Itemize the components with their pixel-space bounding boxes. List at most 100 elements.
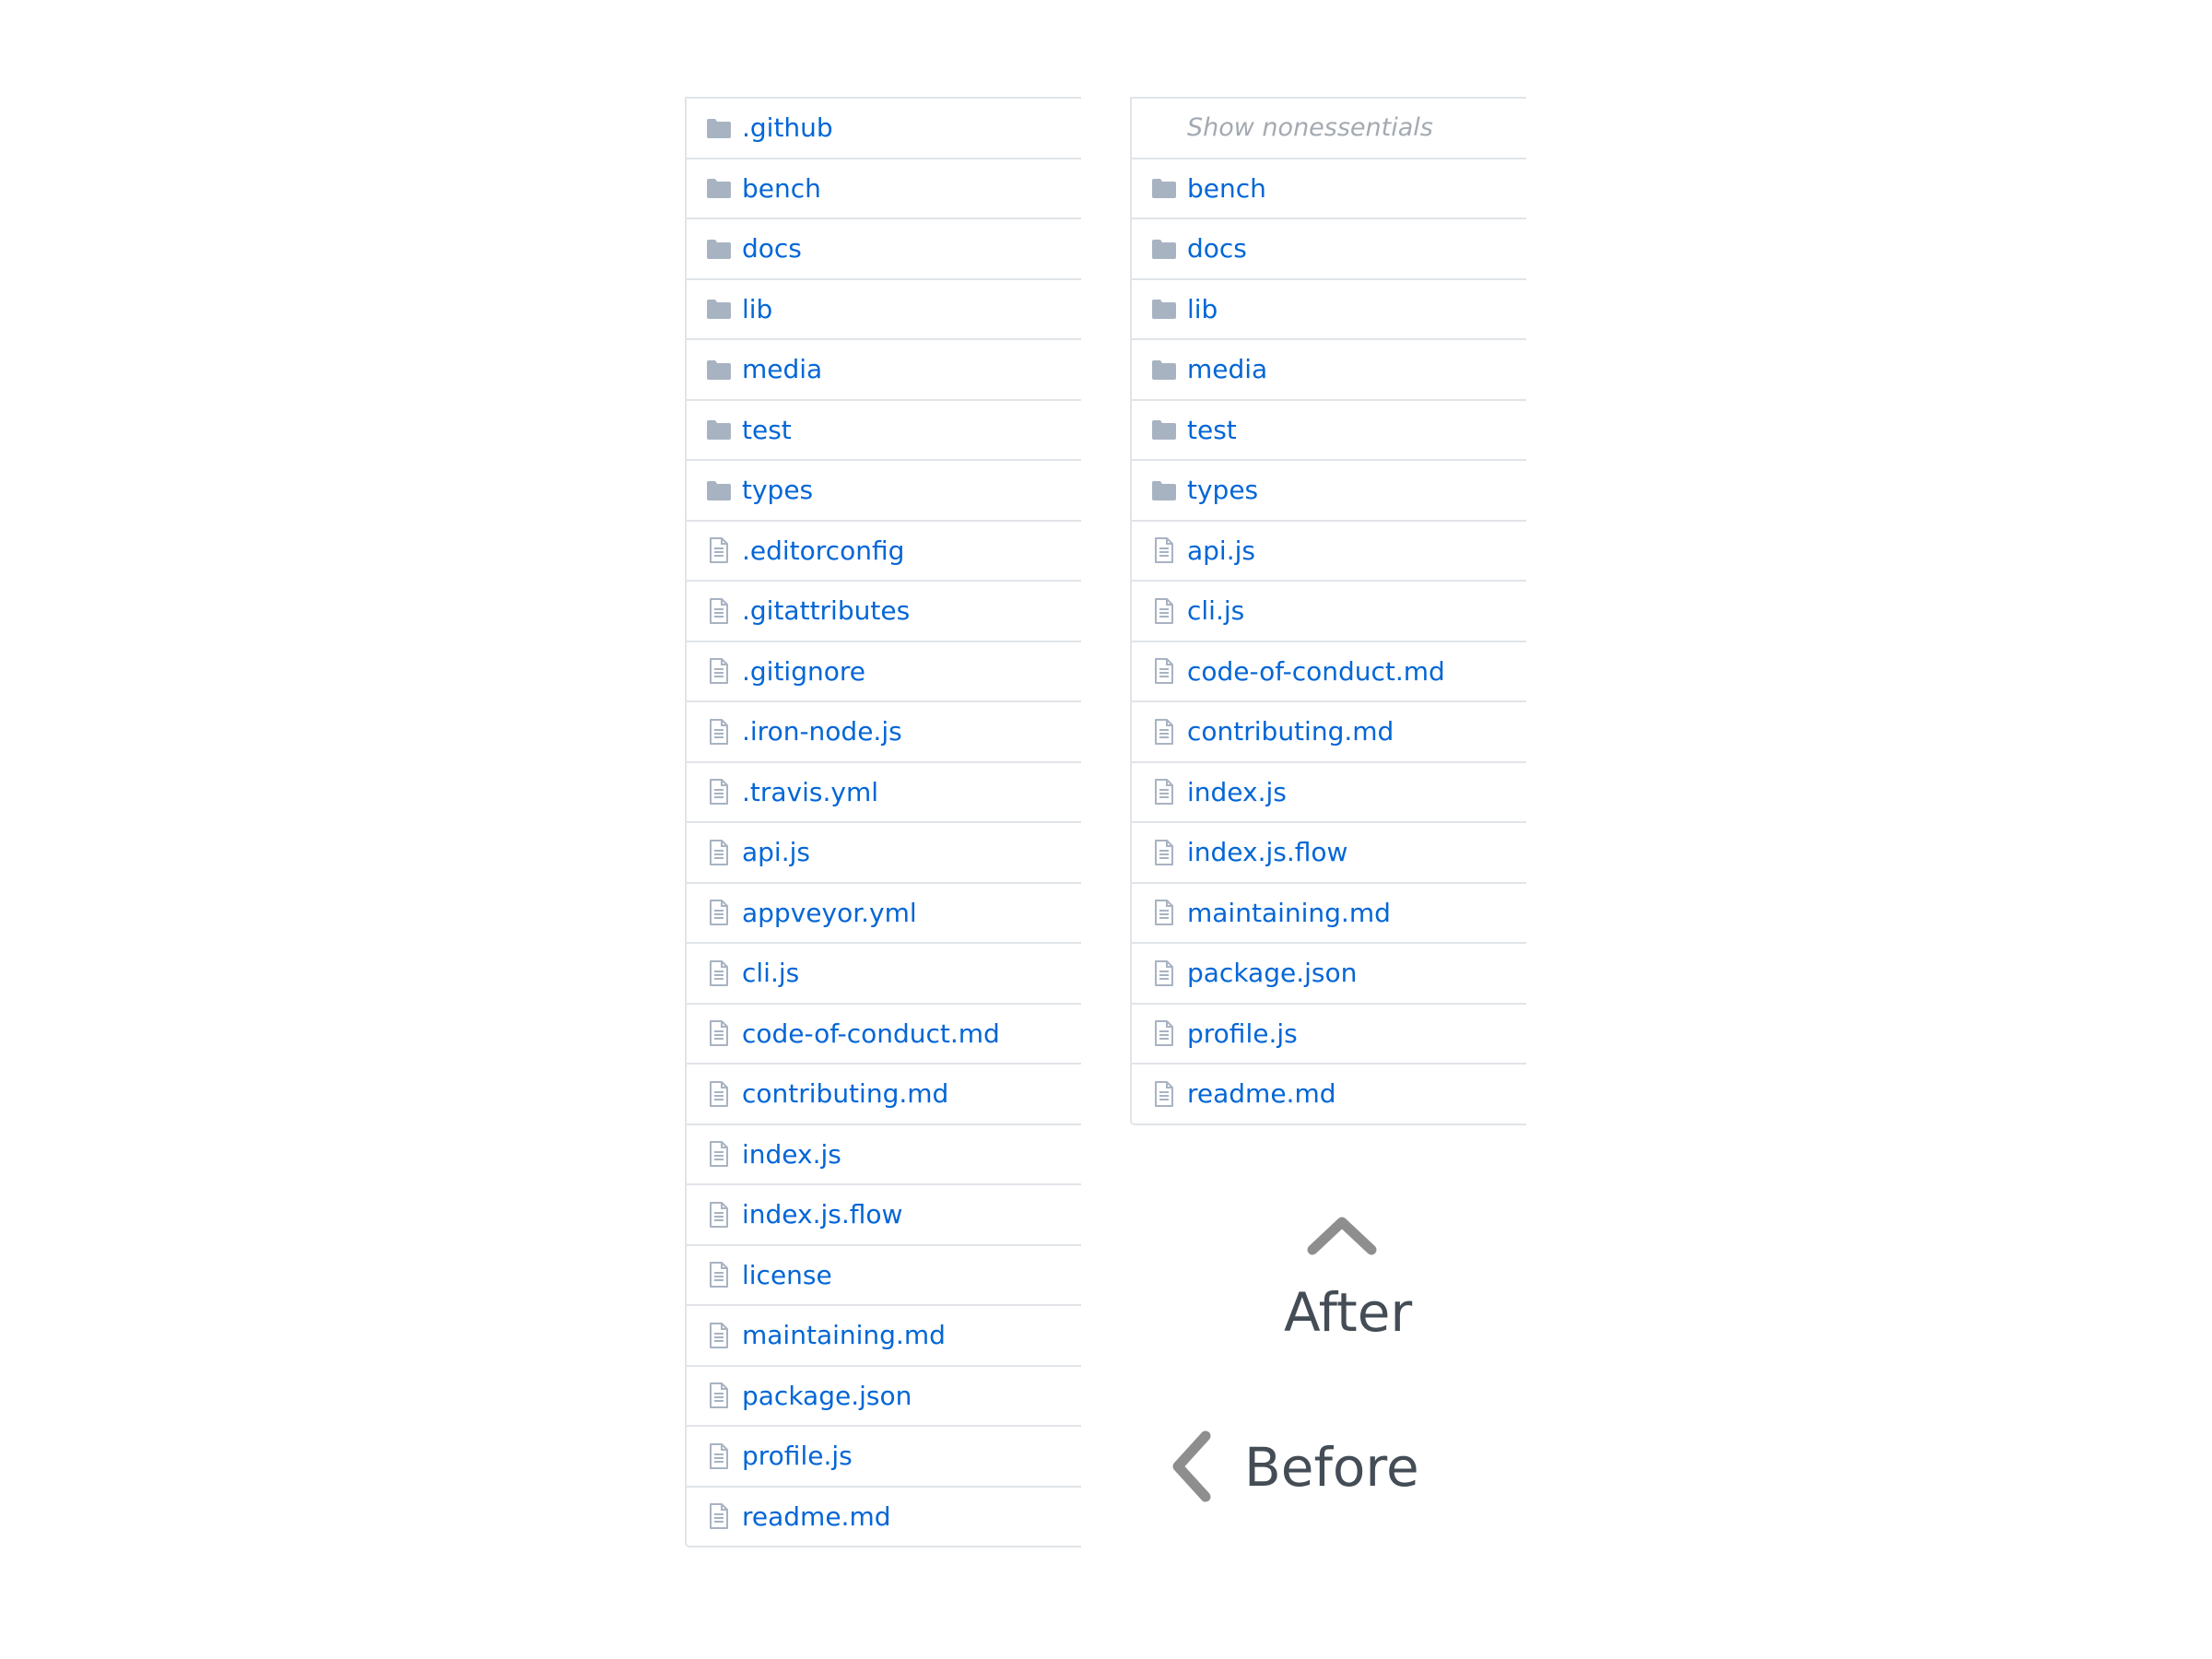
item-name-link[interactable]: types [1187,475,1258,505]
folder-row[interactable]: docs [1132,218,1526,278]
file-row[interactable]: index.js [1132,760,1526,822]
item-name-link[interactable]: code-of-conduct.md [742,1018,1000,1049]
file-icon [705,1322,733,1349]
folder-row[interactable]: .github [687,97,1081,158]
folder-icon [705,356,733,383]
file-row[interactable]: code-of-conduct.md [1132,640,1526,701]
item-name-link[interactable]: index.js.flow [1187,837,1347,867]
folder-row[interactable]: lib [687,277,1081,339]
file-row[interactable]: cli.js [1132,580,1526,641]
item-name-link[interactable]: contributing.md [742,1078,948,1109]
item-name-link[interactable]: media [742,354,822,384]
item-name-link[interactable]: docs [1187,233,1247,264]
file-row[interactable]: appveyor.yml [687,881,1081,943]
item-name-link[interactable]: bench [1187,173,1266,204]
folder-icon [1150,235,1178,263]
file-row[interactable]: contributing.md [1132,700,1526,761]
file-row[interactable]: readme.md [687,1485,1081,1547]
file-row[interactable]: .travis.yml [687,760,1081,822]
file-row[interactable]: contributing.md [687,1063,1081,1124]
item-name-link[interactable]: appveyor.yml [742,898,917,928]
file-icon [705,657,733,685]
file-row[interactable]: .iron-node.js [687,700,1081,761]
file-row[interactable]: .editorconfig [687,519,1081,581]
item-name-link[interactable]: index.js [742,1139,841,1170]
file-row[interactable]: license [687,1243,1081,1305]
item-name-link[interactable]: .gitattributes [742,595,910,626]
item-name-link[interactable]: lib [742,294,772,324]
file-row[interactable]: index.js.flow [1132,821,1526,882]
file-row[interactable]: .gitignore [687,640,1081,701]
item-name-link[interactable]: api.js [1187,535,1255,566]
folder-row[interactable]: types [1132,459,1526,520]
file-icon [1150,778,1178,806]
file-list-before: .github bench docs lib media test types .editor… [685,97,1081,1547]
item-name-link[interactable]: test [1187,415,1237,445]
file-icon [705,778,733,806]
item-name-link[interactable]: profile.js [1187,1018,1298,1049]
file-icon [1150,959,1178,987]
item-name-link[interactable]: maintaining.md [742,1320,946,1350]
item-name-link[interactable]: .editorconfig [742,535,904,566]
file-icon [1150,839,1178,866]
file-row[interactable]: index.js [687,1123,1081,1184]
item-name-link[interactable]: cli.js [1187,595,1244,626]
folder-row[interactable]: media [687,338,1081,399]
file-row[interactable]: package.json [1132,942,1526,1003]
folder-icon [1150,174,1178,202]
before-label: Before [1244,1436,1419,1499]
file-row[interactable]: maintaining.md [687,1304,1081,1365]
item-name-link[interactable]: api.js [742,837,810,867]
file-row[interactable]: maintaining.md [1132,881,1526,943]
file-icon [705,959,733,987]
file-row[interactable]: index.js.flow [687,1183,1081,1244]
file-row[interactable]: api.js [1132,519,1526,581]
folder-row[interactable]: bench [1132,157,1526,218]
item-name-link[interactable]: types [742,475,813,505]
file-icon [705,536,733,564]
file-row[interactable]: .gitattributes [687,580,1081,641]
item-name-link[interactable]: readme.md [742,1501,891,1532]
item-name-link[interactable]: test [742,415,792,445]
folder-row[interactable]: bench [687,157,1081,218]
file-icon [1150,657,1178,685]
folder-row[interactable]: test [687,398,1081,460]
item-name-link[interactable]: .gitignore [742,656,865,687]
file-row[interactable]: profile.js [687,1425,1081,1486]
item-name-link[interactable]: contributing.md [1187,716,1394,747]
item-name-link[interactable]: .iron-node.js [742,716,902,747]
item-name-link[interactable]: package.json [1187,958,1357,988]
file-row[interactable]: api.js [687,821,1081,882]
item-name-link[interactable]: package.json [742,1381,912,1411]
item-name-link[interactable]: profile.js [742,1441,853,1471]
item-name-link[interactable]: license [742,1260,832,1290]
file-icon [1150,718,1178,746]
folder-icon [705,295,733,323]
item-name-link[interactable]: media [1187,354,1267,384]
file-row[interactable]: code-of-conduct.md [687,1002,1081,1064]
file-row[interactable]: readme.md [1132,1063,1526,1124]
chevron-up-icon [1307,1217,1377,1255]
folder-row[interactable]: test [1132,398,1526,460]
item-name-link[interactable]: index.js [1187,777,1287,807]
file-icon [705,1502,733,1530]
folder-row[interactable]: lib [1132,277,1526,339]
file-icon [705,899,733,926]
item-name-link[interactable]: lib [1187,294,1218,324]
item-name-link[interactable]: .travis.yml [742,777,878,807]
item-name-link[interactable]: readme.md [1187,1078,1336,1109]
item-name-link[interactable]: docs [742,233,802,264]
item-name-link[interactable]: cli.js [742,958,799,988]
file-row[interactable]: package.json [687,1364,1081,1426]
item-name-link[interactable]: maintaining.md [1187,898,1391,928]
show-nonessentials-toggle[interactable]: Show nonessentials [1132,97,1526,158]
folder-row[interactable]: types [687,459,1081,520]
folder-row[interactable]: docs [687,218,1081,278]
file-row[interactable]: cli.js [687,942,1081,1003]
item-name-link[interactable]: code-of-conduct.md [1187,656,1445,687]
item-name-link[interactable]: .github [742,112,833,143]
file-row[interactable]: profile.js [1132,1002,1526,1064]
item-name-link[interactable]: bench [742,173,821,204]
item-name-link[interactable]: index.js.flow [742,1199,902,1230]
folder-row[interactable]: media [1132,338,1526,399]
